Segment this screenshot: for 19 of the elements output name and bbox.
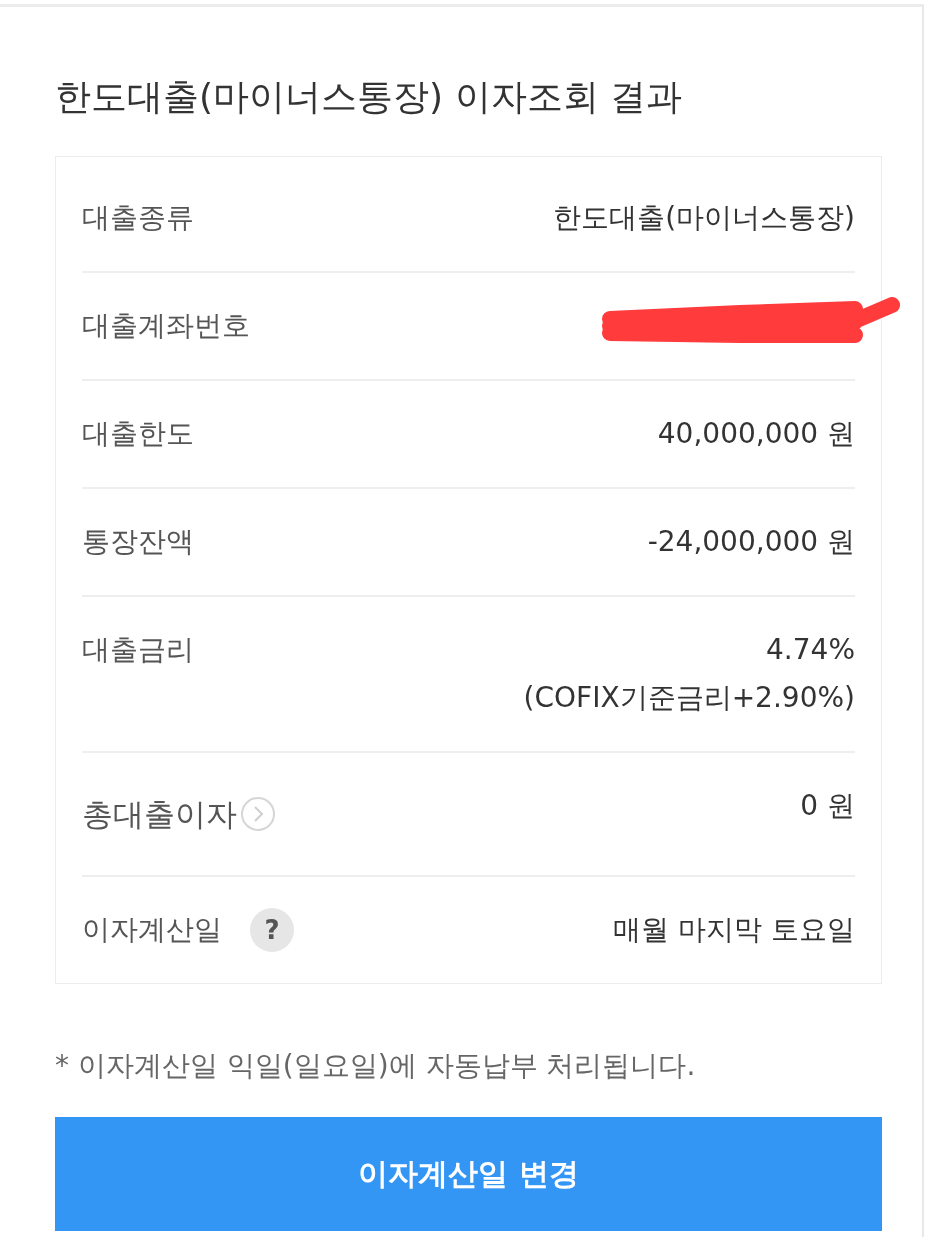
row-label: 이자계산일 <box>82 912 222 948</box>
row-value: 4.74% <box>766 632 855 668</box>
row-value: 40,000,000 원 <box>657 416 855 452</box>
row-value: -24,000,000 원 <box>647 524 855 560</box>
row-value: (COFIX기준금리+2.90%) <box>523 680 855 716</box>
chevron-circle-icon <box>241 797 275 831</box>
row-value: 매월 마지막 토요일 <box>613 912 855 948</box>
row-value: 한도대출(마이너스통장) <box>553 200 855 236</box>
help-icon[interactable]: ? <box>250 908 294 952</box>
page-title: 한도대출(마이너스통장) 이자조회 결과 <box>55 75 683 119</box>
row-value: 0 원 <box>800 788 855 824</box>
auto-payment-note: * 이자계산일 익일(일요일)에 자동납부 처리됩니다. <box>55 1048 697 1084</box>
row-label: 대출종류 <box>82 200 194 236</box>
row-label: 통장잔액 <box>82 524 194 560</box>
row-label: 대출계좌번호 <box>82 308 250 344</box>
change-date-button[interactable]: 이자계산일 변경 <box>55 1117 882 1231</box>
row-label: 대출금리 <box>82 632 194 668</box>
row-label: 대출한도 <box>82 416 194 452</box>
total-interest-link[interactable]: 총대출이자 <box>82 782 275 846</box>
